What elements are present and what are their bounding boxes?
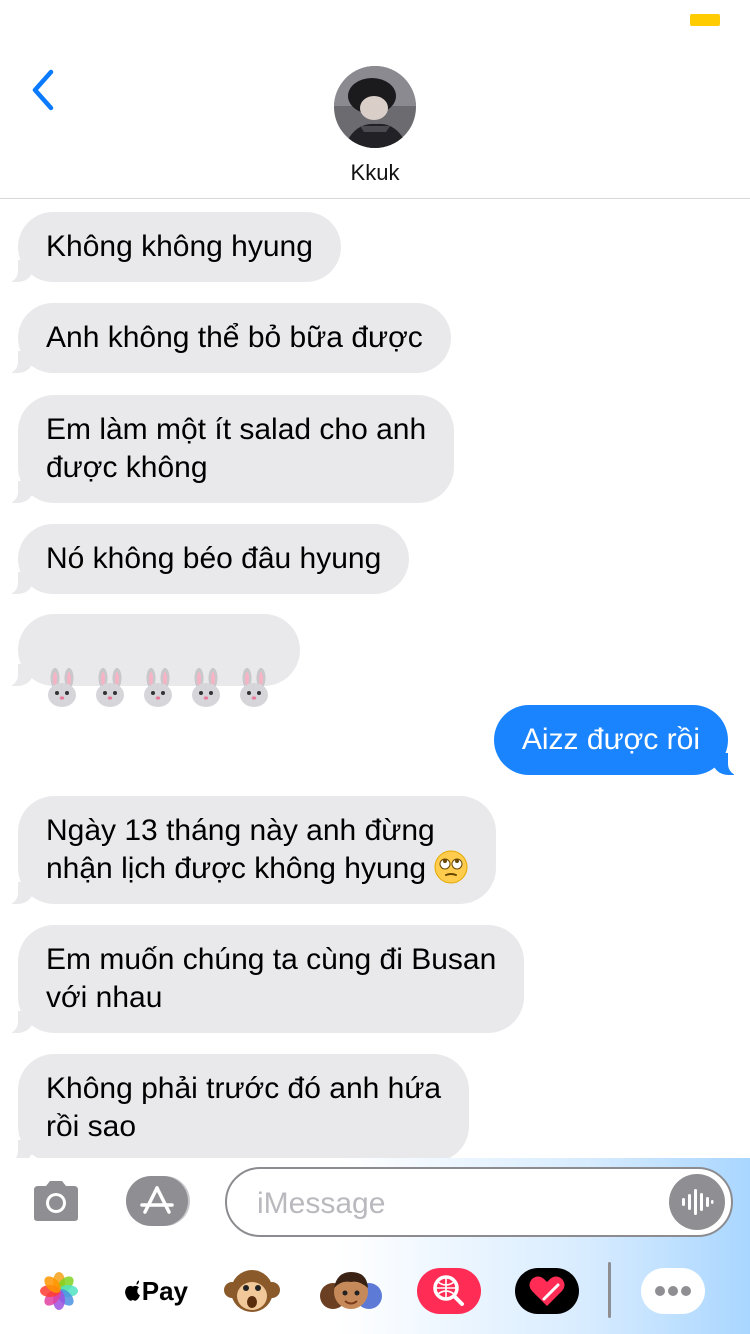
contact-name[interactable]: Kkuk [0, 160, 750, 186]
message-text: Nó không béo đâu hyung [46, 542, 382, 575]
status-bar [0, 0, 750, 40]
message-text: Aizz được rồi [521, 723, 700, 756]
message-text: Ngày 13 tháng này anh đừng nhận lịch đượ… [46, 814, 435, 885]
message-input[interactable] [255, 1183, 659, 1225]
message-text: Không không hyung [46, 230, 313, 263]
incoming-message[interactable]: Anh không thể bỏ bữa được [4, 303, 451, 374]
apple-pay-label: Pay [141, 1275, 188, 1306]
incoming-message[interactable]: Em làm một ít salad cho anh được không [3, 395, 455, 504]
memoji-button[interactable] [316, 1266, 386, 1316]
back-button[interactable] [22, 66, 62, 114]
more-apps-icon [641, 1268, 705, 1314]
message-list[interactable]: Không không hyung Anh không thể bỏ bữa đ… [0, 199, 750, 1159]
rabbit-face-icon [96, 668, 124, 707]
app-store-button[interactable] [126, 1176, 188, 1226]
tray-divider [608, 1262, 611, 1318]
digital-touch-button[interactable] [514, 1266, 580, 1316]
message-text: Anh không thể bỏ bữa được [46, 321, 423, 354]
incoming-message[interactable]: Không không hyung [4, 212, 341, 283]
image-search-button[interactable] [416, 1266, 482, 1316]
avatar[interactable] [334, 66, 416, 148]
incoming-message[interactable]: Ngày 13 tháng này anh đừng nhận lịch đượ… [3, 796, 497, 905]
conversation-header: Kkuk [0, 40, 750, 199]
emoji-message[interactable] [4, 614, 300, 707]
more-apps-button[interactable] [640, 1266, 706, 1316]
message-text: Không phải trước đó anh hứa rồi sao [46, 1072, 442, 1143]
rabbit-face-icon [192, 668, 220, 707]
camera-icon [34, 1181, 78, 1221]
outgoing-message[interactable]: Aizz được rồi [493, 705, 743, 776]
apple-pay-button[interactable]: Pay [124, 1266, 188, 1316]
waveform-icon [682, 1189, 714, 1215]
incoming-message[interactable]: Không phải trước đó anh hứa rồi sao [3, 1054, 470, 1159]
audio-message-button[interactable] [669, 1174, 725, 1230]
message-text: Em muốn chúng ta cùng đi Busan với nhau [46, 943, 497, 1014]
app-tray: Pay [0, 1256, 750, 1326]
image-search-icon [417, 1268, 481, 1314]
app-store-icon [140, 1186, 174, 1214]
apple-logo-icon [125, 1280, 140, 1301]
rabbit-face-icon [240, 668, 268, 707]
rabbit-emoji-row [44, 666, 274, 710]
photos-app-button[interactable] [36, 1266, 82, 1316]
incoming-message[interactable]: Nó không béo đâu hyung [3, 524, 410, 595]
monkey-animoji-icon [224, 1270, 280, 1312]
memoji-icon [320, 1272, 382, 1309]
digital-touch-heart-icon [515, 1268, 579, 1314]
chevron-left-icon [32, 69, 54, 111]
rabbit-face-icon [48, 668, 76, 707]
photos-icon [40, 1272, 78, 1310]
incoming-message[interactable]: Em muốn chúng ta cùng đi Busan với nhau [3, 925, 525, 1034]
battery-icon [690, 14, 720, 26]
message-text: Em làm một ít salad cho anh được không [46, 413, 427, 484]
input-area: Pay [0, 1158, 750, 1334]
camera-button[interactable] [30, 1178, 82, 1224]
eye-roll-emoji-icon [434, 850, 468, 884]
rabbit-face-icon [144, 668, 172, 707]
animoji-button[interactable] [222, 1266, 282, 1316]
message-field[interactable] [225, 1167, 733, 1237]
